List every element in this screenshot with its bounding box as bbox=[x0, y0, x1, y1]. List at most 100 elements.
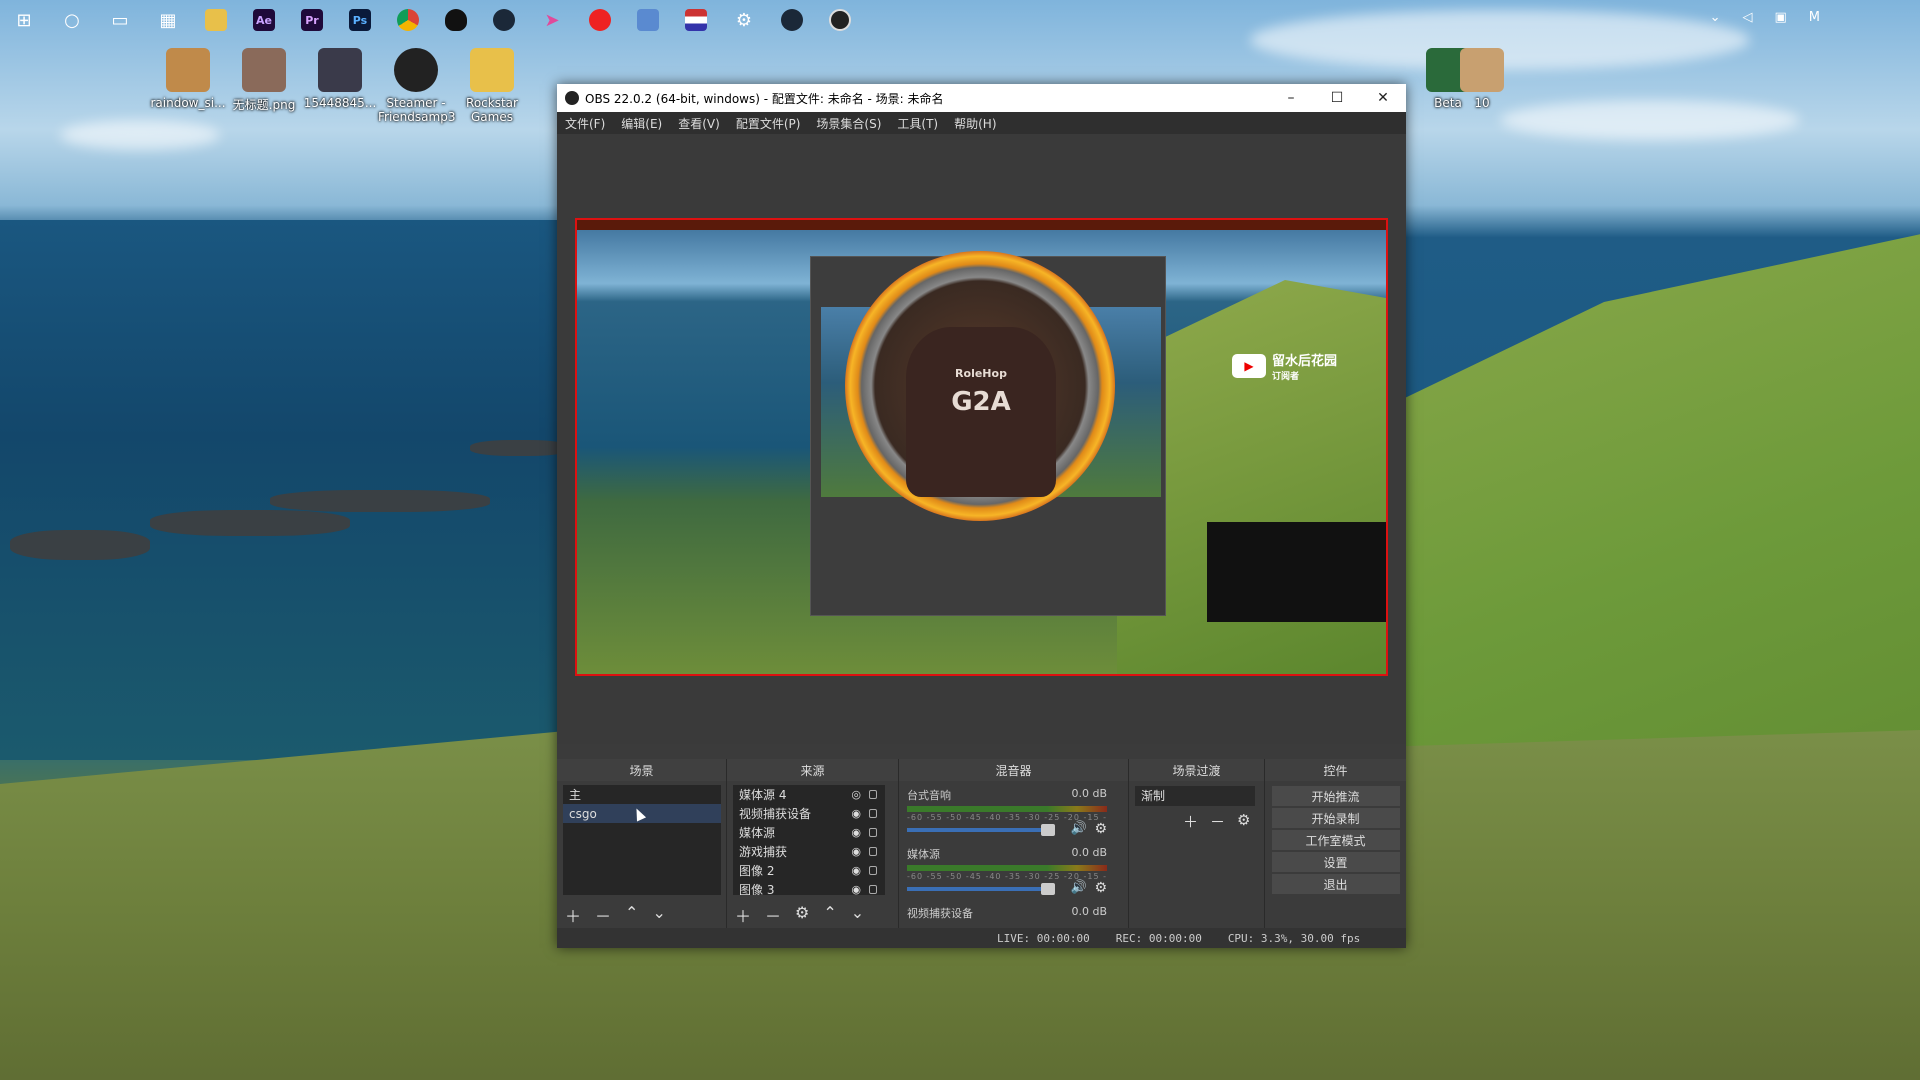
volume-slider[interactable] bbox=[907, 824, 1055, 836]
down-icon[interactable]: ⌄ bbox=[851, 903, 864, 927]
eye-icon[interactable]: ◉ bbox=[851, 864, 861, 877]
gear-icon[interactable]: ⚙ bbox=[795, 903, 809, 927]
settings-button[interactable]: 设置 bbox=[1271, 852, 1400, 872]
menu-help[interactable]: 帮助(H) bbox=[954, 115, 996, 132]
eye-hidden-icon[interactable]: ◎ bbox=[851, 788, 861, 801]
gear-icon[interactable]: ⚙ bbox=[1094, 821, 1107, 837]
maximize-button[interactable]: ☐ bbox=[1314, 84, 1360, 112]
speaker-icon[interactable]: 🔊 bbox=[1071, 821, 1087, 836]
scenes-list: 主 csgo bbox=[563, 785, 721, 895]
remove-icon[interactable]: － bbox=[595, 903, 611, 927]
add-icon[interactable]: ＋ bbox=[1183, 811, 1198, 832]
premiere-icon[interactable]: Pr bbox=[288, 0, 336, 40]
add-icon[interactable]: ＋ bbox=[565, 903, 581, 927]
remove-icon[interactable]: － bbox=[1210, 811, 1225, 832]
photoshop-icon[interactable]: Ps bbox=[336, 0, 384, 40]
volume-icon[interactable]: ◁ bbox=[1742, 10, 1752, 25]
network-icon[interactable]: ▣ bbox=[1774, 10, 1786, 25]
scenes-dock: 场景 主 csgo ＋ － ⌃ ⌄ bbox=[557, 759, 727, 929]
speaker-icon[interactable]: 🔊 bbox=[1071, 880, 1087, 895]
desktop-icon-rockstar[interactable]: Rockstar Games bbox=[454, 48, 530, 124]
volume-slider[interactable] bbox=[907, 883, 1055, 895]
lock-icon[interactable] bbox=[869, 809, 877, 818]
exit-button[interactable]: 退出 bbox=[1271, 874, 1400, 894]
chrome-icon[interactable] bbox=[384, 0, 432, 40]
ime-flag-icon[interactable] bbox=[672, 0, 720, 40]
preview-canvas[interactable]: RoleHop G2A ▶ 留水后花园 订阅者 bbox=[575, 218, 1388, 676]
desktop-icon-steamer[interactable]: Steamer - Friendsamp3 bbox=[378, 48, 455, 124]
window-title: OBS 22.0.2 (64-bit, windows) - 配置文件: 未命名… bbox=[585, 91, 944, 106]
wallpaper-cloud bbox=[60, 120, 220, 150]
scenes-toolbar: ＋ － ⌃ ⌄ bbox=[565, 903, 666, 927]
windows-start-icon[interactable]: ⊞ bbox=[0, 0, 48, 40]
start-streaming-button[interactable]: 开始推流 bbox=[1271, 786, 1400, 806]
list-item[interactable]: 图像 3 ◉ bbox=[733, 880, 885, 895]
menu-tools[interactable]: 工具(T) bbox=[897, 115, 938, 132]
menu-profile[interactable]: 配置文件(P) bbox=[736, 115, 801, 132]
menu-scene-collection[interactable]: 场景集合(S) bbox=[816, 115, 881, 132]
wallpaper-rock bbox=[470, 440, 570, 456]
eye-icon[interactable]: ◉ bbox=[851, 826, 861, 839]
youtube-icon: ▶ bbox=[1232, 354, 1266, 378]
list-item[interactable]: 游戏捕获 ◉ bbox=[733, 842, 885, 861]
window-titlebar[interactable]: OBS 22.0.2 (64-bit, windows) - 配置文件: 未命名… bbox=[557, 84, 1406, 112]
slider-knob[interactable] bbox=[1041, 824, 1055, 836]
add-icon[interactable]: ＋ bbox=[735, 903, 751, 927]
close-button[interactable]: ✕ bbox=[1360, 84, 1406, 112]
qq-icon[interactable] bbox=[432, 0, 480, 40]
start-recording-button[interactable]: 开始录制 bbox=[1271, 808, 1400, 828]
wallpaper-sea bbox=[0, 220, 620, 760]
lock-icon[interactable] bbox=[869, 828, 877, 837]
up-icon[interactable]: ⌃ bbox=[823, 903, 836, 927]
lock-icon[interactable] bbox=[869, 885, 877, 894]
transition-select[interactable]: 渐制 bbox=[1135, 786, 1255, 806]
menu-file[interactable]: 文件(F) bbox=[565, 115, 605, 132]
mixer-title: 混音器 bbox=[899, 759, 1128, 781]
gear-icon[interactable]: ⚙ bbox=[720, 0, 768, 40]
steam-icon-2[interactable] bbox=[768, 0, 816, 40]
studio-mode-button[interactable]: 工作室模式 bbox=[1271, 830, 1400, 850]
chevron-down-icon[interactable]: ⌄ bbox=[1710, 10, 1721, 25]
transitions-title: 场景过渡 bbox=[1129, 759, 1264, 781]
desktop-icon-png[interactable]: 无标题.png bbox=[226, 48, 302, 113]
ime-indicator[interactable]: M bbox=[1809, 10, 1820, 25]
list-item[interactable]: 视频捕获设备 ◉ bbox=[733, 804, 885, 823]
sources-list: 媒体源 4 ◎ 视频捕获设备 ◉ 媒体源 ◉ 游戏捕获 ◉ 图像 2 ◉ 图像 3 ◉ bbox=[733, 785, 885, 895]
file-explorer-icon[interactable] bbox=[192, 0, 240, 40]
eye-icon[interactable]: ◉ bbox=[851, 807, 861, 820]
lock-icon[interactable] bbox=[869, 790, 877, 799]
after-effects-icon[interactable]: Ae bbox=[240, 0, 288, 40]
desktop-icon-image[interactable]: 15448845... bbox=[302, 48, 378, 110]
desktop-icon-10[interactable]: 10 bbox=[1444, 48, 1520, 110]
desktop-icon-csgo[interactable]: raindow_si... bbox=[150, 48, 226, 110]
docks-panel: 场景 主 csgo ＋ － ⌃ ⌄ 来源 媒体源 4 ◎ 视频捕获设备 ◉ 媒体源 ◉… bbox=[557, 759, 1406, 929]
task-view-icon[interactable]: ▭ bbox=[96, 0, 144, 40]
obs-icon[interactable] bbox=[816, 0, 864, 40]
menu-edit[interactable]: 编辑(E) bbox=[621, 115, 662, 132]
list-item[interactable]: 图像 2 ◉ bbox=[733, 861, 885, 880]
down-icon[interactable]: ⌄ bbox=[652, 903, 665, 927]
cortana-icon[interactable]: ○ bbox=[48, 0, 96, 40]
steam-icon[interactable] bbox=[480, 0, 528, 40]
list-item[interactable]: 媒体源 4 ◎ bbox=[733, 785, 885, 804]
csgo-icon bbox=[166, 48, 210, 92]
bird-app-icon[interactable] bbox=[624, 0, 672, 40]
menu-view[interactable]: 查看(V) bbox=[678, 115, 720, 132]
slider-knob[interactable] bbox=[1041, 883, 1055, 895]
image-thumbnail-icon bbox=[242, 48, 286, 92]
list-item[interactable]: 主 bbox=[563, 785, 721, 804]
list-item[interactable]: 媒体源 ◉ bbox=[733, 823, 885, 842]
lock-icon[interactable] bbox=[869, 847, 877, 856]
wallpaper-rock bbox=[10, 530, 150, 560]
calculator-icon[interactable]: ▦ bbox=[144, 0, 192, 40]
eye-icon[interactable]: ◉ bbox=[851, 845, 861, 858]
netease-music-icon[interactable] bbox=[576, 0, 624, 40]
minimize-button[interactable]: – bbox=[1268, 84, 1314, 112]
lock-icon[interactable] bbox=[869, 866, 877, 875]
up-icon[interactable]: ⌃ bbox=[625, 903, 638, 927]
pink-arrow-icon[interactable]: ➤ bbox=[528, 0, 576, 40]
eye-icon[interactable]: ◉ bbox=[851, 883, 861, 895]
gear-icon[interactable]: ⚙ bbox=[1237, 811, 1250, 832]
gear-icon[interactable]: ⚙ bbox=[1094, 880, 1107, 896]
remove-icon[interactable]: － bbox=[765, 903, 781, 927]
